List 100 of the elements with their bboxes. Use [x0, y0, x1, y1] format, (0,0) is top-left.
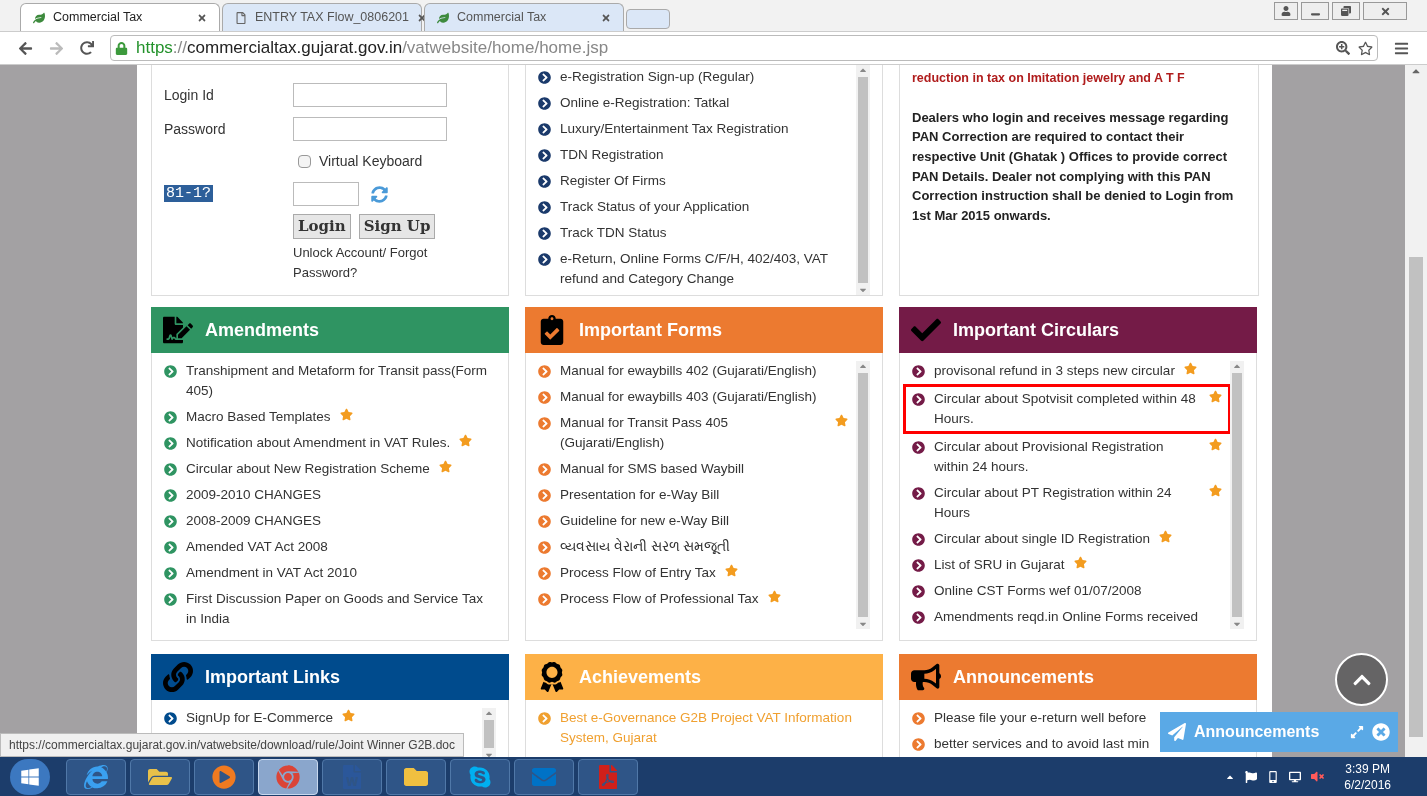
list-link[interactable]: Presentation for e-Way Bill [560, 485, 720, 505]
browser-tab[interactable]: Commercial Tax [424, 3, 624, 31]
list-link[interactable]: Please file your e-return well before [934, 708, 1147, 728]
zoom-icon[interactable] [1336, 41, 1350, 55]
scrollbar[interactable] [856, 65, 870, 295]
list-link[interactable]: Online e-Registration: Tatkal [560, 93, 730, 113]
flag-icon[interactable] [1245, 770, 1258, 783]
star-icon [835, 414, 848, 427]
lock-icon [115, 41, 128, 55]
list-link[interactable]: Manual for SMS based Waybill [560, 459, 745, 479]
checkbox[interactable] [298, 155, 311, 168]
list-link[interactable]: Guideline for new e-Way Bill [560, 511, 730, 531]
list-link[interactable]: Macro Based Templates [186, 407, 331, 427]
paper-plane-icon [1168, 723, 1186, 741]
status-url: https://commercialtax.gujarat.gov.in/vatwebsite/download/rule/Joint Winner G2B.doc [9, 737, 455, 754]
list-link[interactable]: Manual for ewaybills 403 (Gujarati/English) [560, 387, 817, 407]
close-icon[interactable] [197, 12, 207, 23]
list-link[interactable]: e-Registration Sign-up (Regular) [560, 67, 755, 87]
form-button[interactable]: Sign Up [358, 214, 436, 239]
list-link[interactable]: Circular about single ID Registration [934, 529, 1151, 549]
document-pen-icon [163, 315, 193, 345]
captcha-field[interactable] [293, 182, 359, 206]
list-link[interactable]: Track TDN Status [560, 223, 667, 243]
menu-icon[interactable] [1394, 40, 1409, 56]
taskbar-app[interactable] [130, 758, 190, 795]
scrollbar[interactable] [482, 708, 496, 757]
input-field[interactable] [293, 117, 447, 141]
star-icon [1159, 530, 1173, 543]
checkbox-label: Virtual Keyboard [319, 152, 423, 171]
list-link[interactable]: Notification about Amendment in VAT Rules. [186, 433, 451, 453]
field-label: Password [164, 119, 227, 139]
list-link[interactable]: Amendment in VAT Act 2010 [186, 563, 358, 583]
list-link[interactable]: e-Return, Online Forms C/F/H, 402/403, VAT refund and Category Change [560, 249, 848, 289]
taskbar-app[interactable] [386, 758, 446, 795]
list-link[interactable]: Register Of Firms [560, 171, 666, 191]
list-link[interactable]: Luxury/Entertainment Tax Registration [560, 119, 789, 139]
scrollbar[interactable] [856, 361, 870, 629]
user-icon[interactable] [1281, 6, 1291, 16]
s-logo-icon [468, 764, 492, 789]
list-link[interactable]: List of SRU in Gujarat [934, 555, 1065, 575]
list-link[interactable]: 2009-2010 CHANGES [186, 485, 322, 505]
input-field[interactable] [293, 83, 447, 107]
tab-title: Commercial Tax [53, 9, 144, 27]
list-link[interactable]: Track Status of your Application [560, 197, 750, 217]
expand-icon[interactable] [1350, 725, 1364, 739]
page-scrollbar[interactable] [1405, 65, 1427, 757]
refresh-icon[interactable] [371, 185, 388, 203]
browser-tab[interactable]: ENTRY TAX Flow_0806201 [222, 3, 422, 31]
taskbar-app[interactable] [450, 758, 510, 795]
list-link[interactable]: better services and to avoid last min [934, 734, 1150, 754]
star-icon [438, 460, 452, 473]
scrollbar[interactable] [1230, 361, 1244, 629]
notice-text: Dealers who login and receives message regarding PAN Correction are required to contact their respective Unit (Ghatak ) Offices to provide correct PAN Details. Dealer not complying with this PAN Correction instruction shall be denied to Login from 1st Mar 2015 onwards. [912, 108, 1235, 225]
star-icon [339, 408, 353, 421]
list-link[interactable]: Circular about Provisional Registration within 24 hours. [934, 437, 1200, 477]
back-icon[interactable] [18, 40, 33, 56]
forward-icon[interactable] [49, 40, 64, 56]
play-icon [212, 764, 236, 789]
notice-headline: reduction in tax on Imitation jewelry and A T F [912, 70, 1186, 87]
close-icon[interactable] [601, 12, 611, 23]
list-link[interactable]: Manual for Transit Pass 405 (Gujarati/English) [560, 413, 826, 453]
list-link[interactable]: Online CST Forms wef 01/07/2008 [934, 581, 1142, 601]
leaf-icon [437, 11, 449, 24]
list-link[interactable]: SignUp for E-Commerce [186, 708, 334, 728]
browser-tab[interactable]: Commercial Tax [20, 3, 220, 31]
form-button[interactable]: Login [293, 214, 351, 239]
account-link[interactable]: Unlock Account/ Forgot Password? [293, 243, 463, 283]
list-link[interactable]: Amendments reqd.in Online Forms received [934, 607, 1199, 627]
start-button[interactable] [10, 758, 50, 795]
list-link[interactable]: Transhipment and Metaform for Transit pass(Form 405) [186, 361, 488, 401]
list-link[interactable]: First Discussion Paper on Goods and Service Tax in India [186, 589, 488, 629]
list-link[interactable]: Amended VAT Act 2008 [186, 537, 328, 557]
list-link[interactable]: 2008-2009 CHANGES [186, 511, 322, 531]
link-icon [163, 662, 193, 692]
list-link[interactable]: TDN Registration [560, 145, 664, 165]
list-link[interactable]: Circular about PT Registration within 24 Hours [934, 483, 1200, 523]
list-link[interactable]: provisonal refund in 3 steps new circular [934, 361, 1175, 381]
scroll-top-button[interactable] [1335, 653, 1388, 706]
section-title: Important Links [205, 665, 340, 689]
reload-icon[interactable] [80, 41, 94, 55]
bookmark-star-icon[interactable] [1358, 40, 1373, 56]
list-link[interactable]: વ્યવસાય વેરાની સરળ સમજૂતી [560, 537, 731, 557]
clock-date: 6/2/2016 [1344, 776, 1391, 793]
section-title: Amendments [205, 318, 320, 342]
device-icon[interactable] [1267, 770, 1280, 783]
restore-icon[interactable] [1341, 6, 1351, 16]
muted-speaker-icon[interactable] [1311, 770, 1325, 783]
close-icon[interactable] [1379, 5, 1391, 17]
list-link[interactable]: Process Flow of Entry Tax [560, 563, 716, 583]
address-bar[interactable]: https://commercialtax.gujarat.gov.in/vatwebsite/home/home.jsp [110, 35, 1378, 61]
list-link[interactable]: Circular about New Registration Scheme [186, 459, 430, 479]
star-icon [459, 434, 473, 447]
list-link[interactable]: Circular about Spotvisit completed within 48 Hours. [934, 389, 1200, 429]
list-link[interactable]: Manual for ewaybills 402 (Gujarati/English) [560, 361, 817, 381]
url-text: https://commercialtax.gujarat.gov.in/vatwebsite/home/home.jsp [136, 37, 610, 60]
network-icon[interactable] [1289, 770, 1302, 783]
taskbar-app[interactable] [66, 758, 126, 795]
taskbar-app[interactable] [194, 758, 254, 795]
star-icon [724, 564, 738, 577]
list-link[interactable]: Process Flow of Professional Tax [560, 589, 759, 609]
